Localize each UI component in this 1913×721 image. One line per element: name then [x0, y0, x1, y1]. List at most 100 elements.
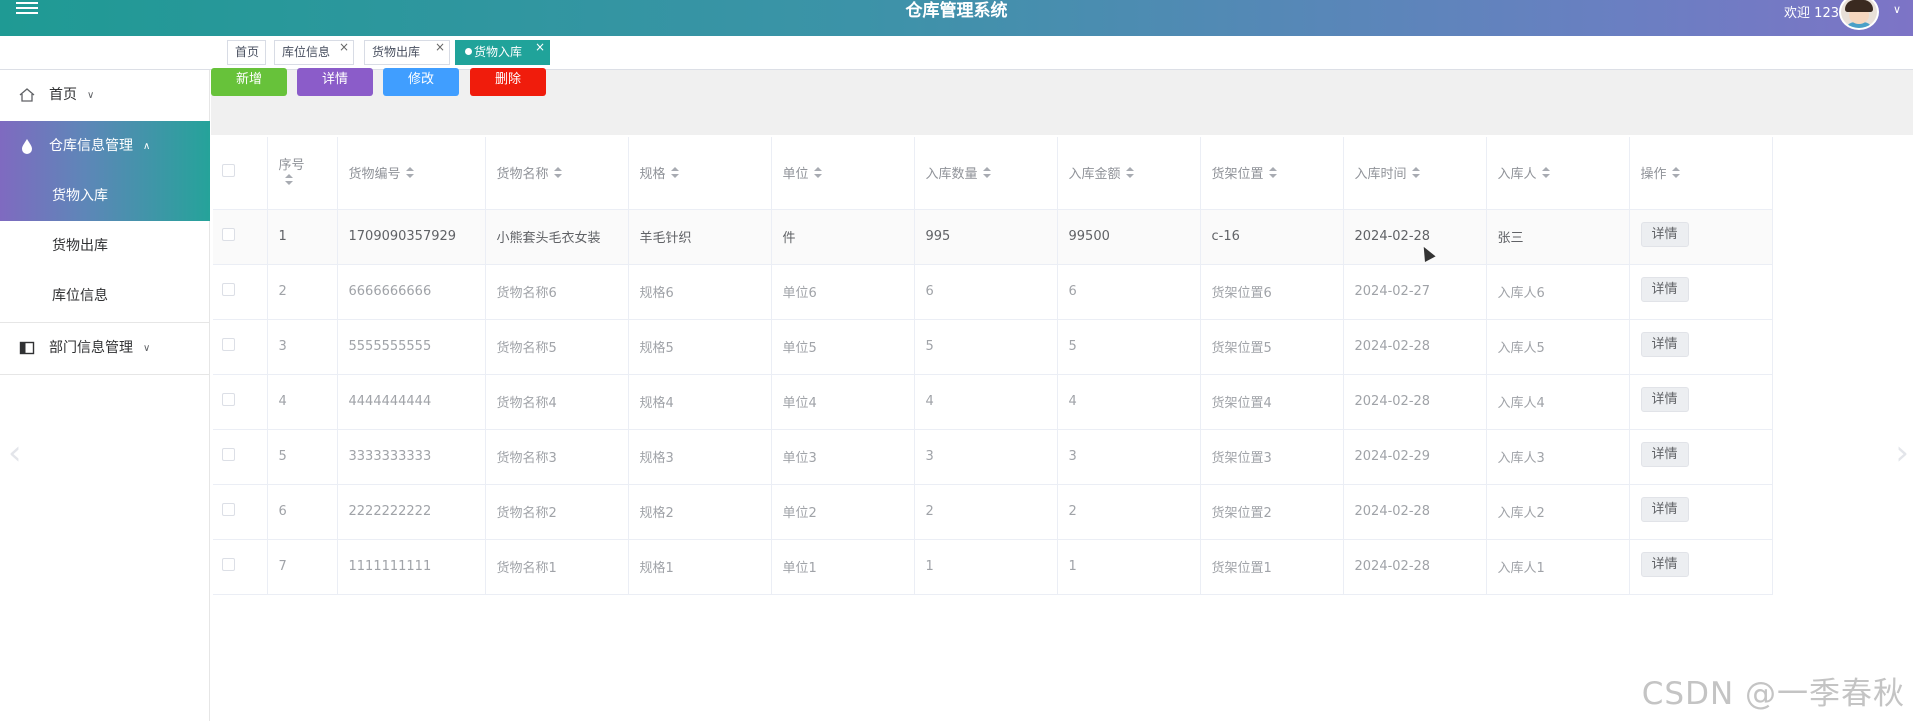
- sidebar-subitem-location-info[interactable]: 库位信息: [0, 271, 210, 321]
- sidebar-item-home[interactable]: 首页 ∨: [0, 70, 210, 120]
- action-cell: 详情: [1629, 484, 1773, 540]
- toolbar: 新增 详情 修改 删除: [211, 68, 1913, 135]
- row-checkbox[interactable]: [222, 558, 235, 571]
- table-cell: 3333333333: [337, 429, 486, 485]
- chevron-down-icon[interactable]: ∨: [1893, 3, 1901, 16]
- column-header-label: 规格: [639, 167, 666, 183]
- row-detail-button[interactable]: 详情: [1640, 276, 1689, 302]
- table-cell: 货架位置1: [1200, 539, 1344, 595]
- row-checkbox[interactable]: [222, 228, 235, 241]
- row-detail-button[interactable]: 详情: [1640, 331, 1689, 357]
- column-header[interactable]: 货架位置: [1200, 137, 1344, 210]
- close-icon[interactable]: ×: [435, 36, 445, 59]
- table-cell: 1: [914, 539, 1058, 595]
- table-cell: 6: [1057, 264, 1201, 320]
- column-header[interactable]: 入库时间: [1343, 137, 1487, 210]
- watermark: CSDN @一季春秋: [1641, 676, 1905, 712]
- table-cell: 2: [1057, 484, 1201, 540]
- row-detail-button[interactable]: 详情: [1640, 551, 1689, 577]
- table-cell: 入库人1: [1486, 539, 1630, 595]
- sidebar-item-department[interactable]: 部门信息管理 ∨: [0, 323, 210, 373]
- sidebar-item-label: 库位信息: [52, 288, 108, 304]
- column-header[interactable]: 货物编号: [337, 137, 486, 210]
- row-checkbox[interactable]: [222, 448, 235, 461]
- column-header[interactable]: 入库数量: [914, 137, 1058, 210]
- sidebar-subitem-goods-outbound[interactable]: 货物出库: [0, 221, 210, 271]
- sort-icon[interactable]: [1541, 167, 1550, 179]
- close-icon[interactable]: ×: [535, 36, 545, 59]
- table-cell: 货物名称4: [485, 374, 629, 430]
- row-checkbox[interactable]: [222, 503, 235, 516]
- sort-icon[interactable]: [1671, 167, 1680, 179]
- tab-label: 库位信息: [282, 45, 331, 59]
- table-cell: 1111111111: [337, 539, 486, 595]
- column-header[interactable]: 单位: [771, 137, 915, 210]
- row-detail-button[interactable]: 详情: [1640, 441, 1689, 467]
- select-all-checkbox[interactable]: [222, 164, 235, 178]
- sort-icon[interactable]: [670, 167, 679, 179]
- sort-icon[interactable]: [1125, 167, 1134, 179]
- table-cell: 单位2: [771, 484, 915, 540]
- table-cell: 2024-02-29: [1343, 429, 1487, 485]
- delete-button[interactable]: 删除: [470, 68, 546, 96]
- tab-home[interactable]: 首页: [227, 40, 266, 65]
- sort-icon[interactable]: [405, 167, 414, 179]
- close-icon[interactable]: ×: [339, 36, 349, 59]
- table-cell: 货架位置2: [1200, 484, 1344, 540]
- avatar[interactable]: [1839, 0, 1879, 30]
- data-table: 序号 货物编号 货物名称 规格 单位 入库数量 入库金额 货架位置 入库时间 入…: [213, 137, 1913, 597]
- column-header[interactable]: 货物名称: [485, 137, 629, 210]
- sort-icon[interactable]: [982, 167, 991, 179]
- column-header[interactable]: 操作: [1629, 137, 1773, 210]
- add-button[interactable]: 新增: [211, 68, 287, 96]
- tab-goods-inbound[interactable]: 货物入库 ×: [455, 40, 550, 65]
- drop-icon: [22, 139, 32, 154]
- table-row[interactable]: 2 6666666666 货物名称6 规格6 单位6 6 6 货架位置6 2024-02-27 入…: [213, 264, 1773, 320]
- table-cell: 5: [267, 429, 338, 485]
- row-detail-button[interactable]: 详情: [1640, 496, 1689, 522]
- welcome-text: 欢迎 123: [1784, 6, 1839, 21]
- row-detail-button[interactable]: 详情: [1640, 386, 1689, 412]
- table-cell: 规格2: [628, 484, 772, 540]
- column-header[interactable]: 序号: [267, 137, 338, 210]
- panel-icon: [19, 341, 35, 355]
- row-detail-button[interactable]: 详情: [1640, 221, 1689, 247]
- column-header[interactable]: 规格: [628, 137, 772, 210]
- table-cell: 2024-02-27: [1343, 264, 1487, 320]
- table-row[interactable]: 7 1111111111 货物名称1 规格1 单位1 1 1 货架位置1 2024-02-28 入…: [213, 539, 1773, 595]
- divider: [0, 374, 210, 375]
- sort-icon[interactable]: [1411, 167, 1420, 179]
- row-checkbox[interactable]: [222, 393, 235, 406]
- column-header[interactable]: 入库金额: [1057, 137, 1201, 210]
- prev-page-arrow-icon[interactable]: ‹: [8, 433, 22, 473]
- tab-location-info[interactable]: 库位信息 ×: [274, 40, 354, 65]
- table-row[interactable]: 3 5555555555 货物名称5 规格5 单位5 5 5 货架位置5 2024-02-28 入…: [213, 319, 1773, 375]
- table-cell: 货架位置3: [1200, 429, 1344, 485]
- row-checkbox[interactable]: [222, 283, 235, 296]
- table-cell: 2024-02-28: [1343, 374, 1487, 430]
- sidebar: 首页 ∨ 仓库信息管理 ∧ 货物入库 货物出库 库位信息 部门信息管理 ∨: [0, 70, 210, 721]
- sort-icon[interactable]: [1268, 167, 1277, 179]
- column-header[interactable]: 入库人: [1486, 137, 1630, 210]
- next-page-arrow-icon[interactable]: ›: [1895, 433, 1909, 473]
- chevron-down-icon: ∨: [87, 90, 95, 101]
- table-row[interactable]: 5 3333333333 货物名称3 规格3 单位3 3 3 货架位置3 2024-02-29 入…: [213, 429, 1773, 485]
- row-checkbox[interactable]: [222, 338, 235, 351]
- table-row[interactable]: 4 4444444444 货物名称4 规格4 单位4 4 4 货架位置4 2024-02-28 入…: [213, 374, 1773, 430]
- sort-icon[interactable]: [284, 173, 293, 186]
- detail-button[interactable]: 详情: [297, 68, 373, 96]
- table-row[interactable]: 1 1709090357929 小熊套头毛衣女装 羊毛针织件 995 99500 c-16 2…: [213, 209, 1773, 265]
- sort-icon[interactable]: [813, 167, 822, 179]
- tab-goods-outbound[interactable]: 货物出库 ×: [364, 40, 450, 65]
- sort-icon[interactable]: [553, 167, 562, 179]
- edit-button[interactable]: 修改: [383, 68, 459, 96]
- app-title: 仓库管理系统: [905, 1, 1008, 21]
- table-cell: 5: [1057, 319, 1201, 375]
- sidebar-item-label: 仓库信息管理: [49, 138, 133, 154]
- action-cell: 详情: [1629, 539, 1773, 595]
- sidebar-subitem-goods-inbound[interactable]: 货物入库: [0, 171, 210, 221]
- table-cell: 货架位置6: [1200, 264, 1344, 320]
- table-cell: 3: [1057, 429, 1201, 485]
- table-row[interactable]: 6 2222222222 货物名称2 规格2 单位2 2 2 货架位置2 2024-02-28 入…: [213, 484, 1773, 540]
- table-cell: 2024-02-28: [1343, 539, 1487, 595]
